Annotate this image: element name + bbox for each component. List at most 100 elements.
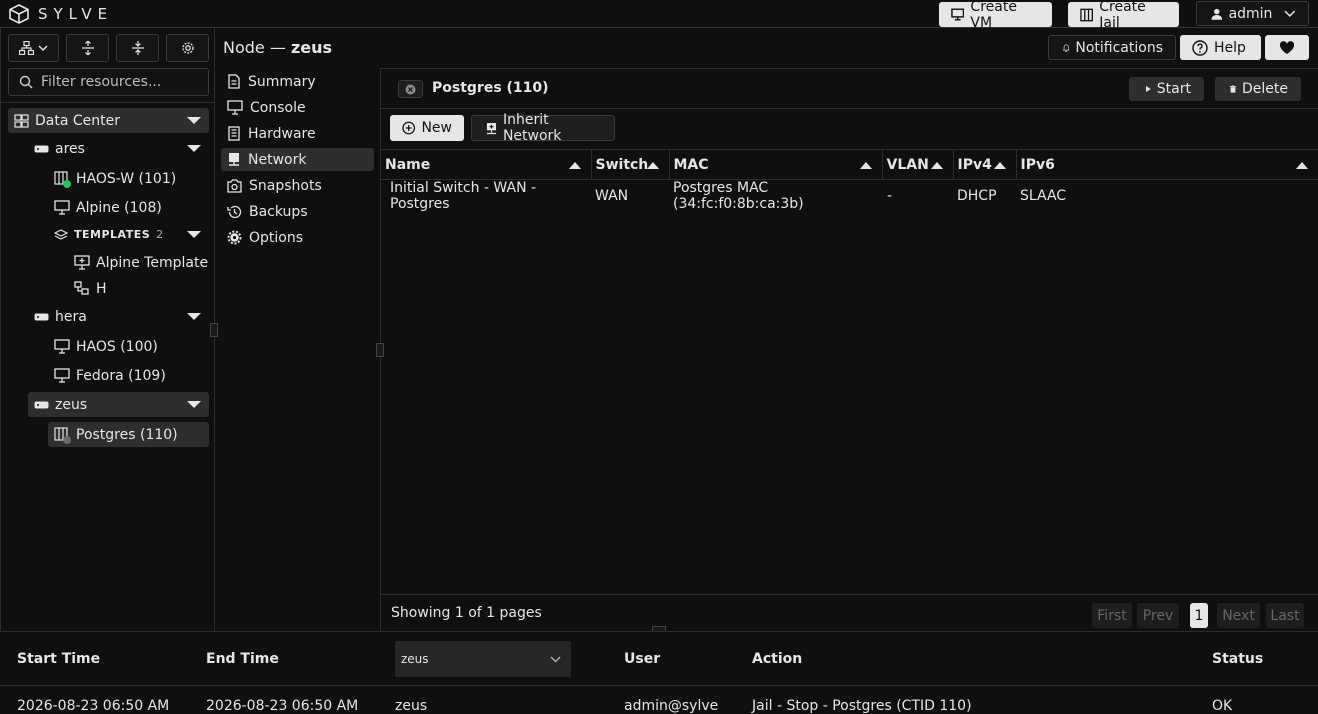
column-header-label: Name — [385, 156, 431, 173]
jail-status-icon-wrap — [54, 426, 71, 444]
filter-resources-input[interactable] — [41, 74, 201, 90]
sort-asc-icon — [1296, 162, 1308, 169]
collapse-all-button[interactable] — [116, 34, 159, 62]
collapse-caret-icon[interactable] — [187, 313, 201, 320]
inherit-network-button[interactable]: Inherit Network — [471, 112, 615, 144]
column-header-ipv4[interactable]: IPv4 — [953, 149, 1017, 180]
user-name: admin — [1228, 5, 1273, 22]
page-number-button[interactable]: 1 — [1190, 603, 1208, 628]
next-page-button[interactable]: Next — [1217, 603, 1260, 628]
log-divider — [0, 685, 1318, 686]
next-page-label: Next — [1222, 607, 1255, 624]
log-header-end-time[interactable]: End Time — [206, 651, 279, 667]
layers-icon — [54, 228, 68, 240]
tree-divider — [1, 102, 215, 103]
play-icon — [1146, 86, 1151, 92]
column-header-switch[interactable]: Switch — [591, 149, 670, 180]
inherit-network-label: Inherit Network — [502, 112, 562, 144]
collapse-icon — [131, 41, 144, 55]
menu-console-label: Console — [250, 99, 306, 116]
donate-button[interactable] — [1265, 35, 1309, 60]
hardware-icon — [228, 126, 240, 141]
monitor-icon — [54, 339, 70, 354]
notifications-button[interactable]: Notifications — [1048, 35, 1176, 60]
datacenter-icon — [14, 113, 29, 128]
cell-switch: WAN — [595, 188, 629, 204]
new-network-label: New — [421, 120, 452, 136]
first-page-button[interactable]: First — [1092, 603, 1132, 628]
template-jail-icon — [74, 281, 89, 295]
server-icon — [34, 401, 49, 408]
history-icon — [227, 205, 242, 218]
pagination-bar: Showing 1 of 1 pages First Prev 1 Next L… — [381, 594, 1318, 632]
tree-node-hera[interactable]: hera — [28, 304, 209, 329]
page-title-prefix: Node — — [223, 38, 286, 57]
cube-logo-icon — [9, 4, 29, 24]
page-title-node: zeus — [290, 38, 333, 57]
menu-network[interactable]: Network — [221, 148, 374, 171]
tree-templates-group[interactable]: TEMPLATES 2 — [48, 222, 209, 247]
page-number-label: 1 — [1194, 607, 1204, 624]
log-header-action[interactable]: Action — [752, 651, 802, 667]
prev-page-button[interactable]: Prev — [1137, 603, 1179, 628]
tree-node-ares[interactable]: ares — [28, 136, 209, 161]
collapse-caret-icon[interactable] — [187, 117, 201, 124]
task-log: Start Time End Time zeus User Action Sta… — [0, 631, 1318, 714]
cell-ipv4: DHCP — [957, 188, 997, 204]
help-button[interactable]: Help — [1180, 35, 1261, 60]
sort-asc-icon — [993, 162, 1006, 169]
tree-template-h[interactable]: H — [68, 276, 209, 301]
filter-resources-field[interactable] — [8, 68, 209, 96]
panel-header: Postgres (110) Start Delete — [381, 69, 1318, 109]
tree-jail-haosw[interactable]: HAOS-W (101) — [48, 166, 209, 191]
collapse-caret-icon[interactable] — [187, 401, 201, 408]
cell-vlan: - — [887, 188, 893, 204]
create-jail-button[interactable]: Create Jail — [1068, 0, 1179, 31]
log-header-user[interactable]: User — [624, 651, 660, 667]
server-icon — [34, 313, 49, 320]
column-header-ipv6[interactable]: IPv6 — [1016, 149, 1318, 180]
tree-jail-postgres-label: Postgres (110) — [76, 426, 178, 443]
tree-template-alpine[interactable]: Alpine Template — [68, 250, 209, 275]
tree-vm-fedora-label: Fedora (109) — [76, 367, 166, 384]
column-header-label: VLAN — [886, 156, 929, 173]
column-header-name[interactable]: Name — [381, 149, 592, 180]
log-header-status[interactable]: Status — [1212, 651, 1263, 667]
collapse-caret-icon[interactable] — [187, 231, 201, 238]
menu-network-label: Network — [248, 151, 307, 168]
tree-vm-alpine[interactable]: Alpine (108) — [48, 195, 209, 220]
column-header-vlan[interactable]: VLAN — [882, 149, 954, 180]
expand-all-button[interactable] — [66, 34, 109, 62]
column-header-label: IPv6 — [1020, 156, 1055, 173]
user-menu-button[interactable]: admin — [1196, 1, 1309, 26]
summary-icon — [228, 74, 240, 89]
column-header-mac[interactable]: MAC — [669, 149, 883, 180]
create-vm-button[interactable]: Create VM — [939, 0, 1052, 31]
new-network-button[interactable]: New — [390, 115, 464, 141]
log-header-start-time[interactable]: Start Time — [17, 651, 100, 667]
tree-jail-postgres[interactable]: Postgres (110) — [48, 422, 209, 447]
tree-template-h-label: H — [96, 280, 107, 297]
start-button[interactable]: Start — [1129, 77, 1204, 101]
column-header-label: Switch — [595, 156, 649, 173]
table-row[interactable]: Initial Switch - WAN - Postgres WAN Post… — [381, 180, 1318, 212]
tree-vm-haos[interactable]: HAOS (100) — [48, 334, 209, 359]
monitor-icon — [54, 368, 70, 383]
network-table: Name Switch MAC VLAN IPv4 IPv6 Initial S… — [381, 149, 1318, 212]
settings-button[interactable] — [166, 34, 209, 62]
view-mode-button[interactable] — [8, 34, 59, 62]
jail-status-icon-wrap — [54, 170, 71, 188]
tree-vm-fedora[interactable]: Fedora (109) — [48, 363, 209, 388]
tree-datacenter-label: Data Center — [35, 112, 120, 129]
last-page-button[interactable]: Last — [1266, 603, 1304, 628]
close-tab-button[interactable] — [398, 80, 423, 98]
monitor-icon — [951, 8, 965, 21]
collapse-caret-icon[interactable] — [187, 145, 201, 152]
first-page-label: First — [1097, 607, 1127, 624]
tree-node-hera-label: hera — [55, 308, 87, 325]
log-node-select[interactable]: zeus — [395, 641, 571, 677]
cell-name: Initial Switch - WAN - Postgres — [390, 180, 537, 212]
delete-button[interactable]: Delete — [1215, 77, 1301, 101]
tree-datacenter[interactable]: Data Center — [8, 108, 209, 133]
tree-node-zeus[interactable]: zeus — [28, 392, 209, 417]
